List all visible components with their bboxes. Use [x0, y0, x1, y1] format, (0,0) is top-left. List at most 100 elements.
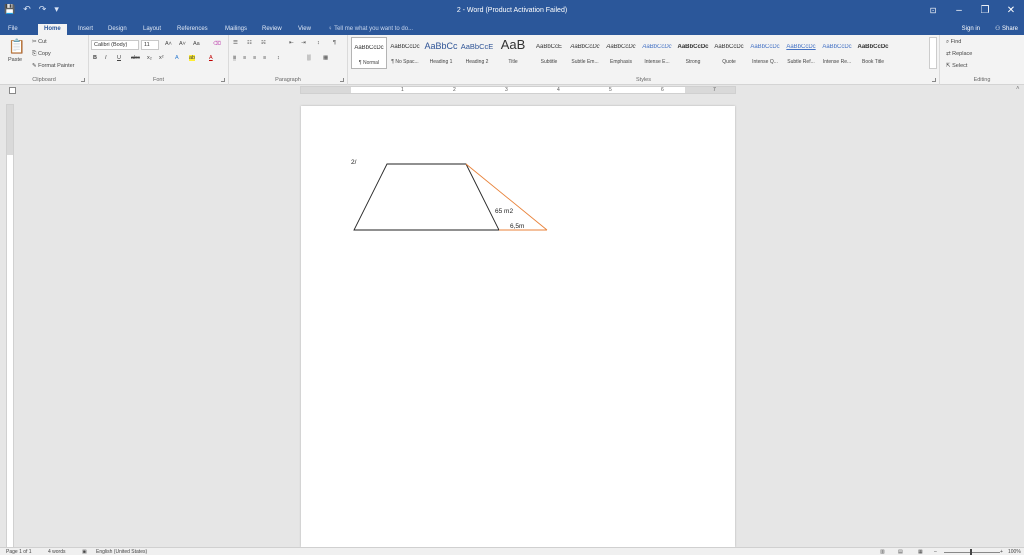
font-name-select[interactable]: Calibri (Body) [91, 40, 139, 50]
format-painter-button[interactable]: ✎ Format Painter [32, 63, 75, 69]
style-item[interactable]: AaBbCcDc Strong [675, 37, 711, 69]
style-item[interactable]: AaBbCcDc Book Title [855, 37, 891, 69]
style-item[interactable]: AaB Title [495, 37, 531, 69]
horizontal-ruler[interactable]: 1 2 3 4 5 6 7 [300, 86, 736, 94]
tab-review[interactable]: Review [262, 24, 282, 35]
vertical-scrollbar[interactable]: ˄ [1015, 86, 1024, 547]
strikethrough-button[interactable]: abc [131, 55, 140, 61]
style-item[interactable]: AaBbCcDc ¶ No Spac... [387, 37, 423, 69]
trapezoid-shape[interactable] [353, 163, 500, 231]
style-item[interactable]: AaBbCcDc Emphasis [603, 37, 639, 69]
tab-file[interactable]: File [8, 24, 18, 35]
italic-button[interactable]: I [105, 55, 107, 61]
justify-button[interactable]: ≡ [263, 55, 266, 61]
paragraph-group: ☰ ☷ ☵ ⇤ ⇥ ↕ ¶ ≡ ≡ ≡ ≡ ↕ ▒ ▦ Paragraph [229, 35, 348, 85]
ribbon-display-options-icon[interactable]: ⊡ [920, 0, 946, 22]
read-mode-icon[interactable]: ▥ [880, 549, 885, 555]
style-item[interactable]: AaBbCcDc Intense Q... [747, 37, 783, 69]
tell-me-search[interactable]: ♀ Tell me what you want to do... [328, 24, 413, 35]
font-size-select[interactable]: 11 [141, 40, 159, 50]
paste-icon[interactable]: 📋 [8, 39, 25, 53]
zoom-slider[interactable] [944, 552, 1000, 553]
subscript-button[interactable]: x₂ [147, 55, 152, 61]
styles-gallery: AaBbCcDc ¶ Normal AaBbCcDc ¶ No Spac... AaBb… [351, 37, 929, 69]
page-count[interactable]: Page 1 of 1 [6, 549, 32, 555]
align-right-button[interactable]: ≡ [253, 55, 256, 61]
tab-mailings[interactable]: Mailings [225, 24, 247, 35]
share-button[interactable]: ⚇ Share [995, 24, 1018, 35]
print-layout-icon[interactable]: ▤ [898, 549, 903, 555]
restore-button[interactable]: ❐ [972, 0, 998, 22]
decrease-indent-button[interactable]: ⇤ [289, 40, 294, 46]
cut-button[interactable]: ✂ Cut [32, 39, 47, 45]
diagonal-orange-line[interactable] [465, 163, 548, 231]
sort-button[interactable]: ↕ [317, 40, 320, 46]
style-item[interactable]: AaBbCcDc Subtle Em... [567, 37, 603, 69]
multilevel-list-button[interactable]: ☵ [261, 40, 266, 46]
style-sample: AaBbCcDc [714, 44, 744, 50]
line-spacing-button[interactable]: ↕ [277, 55, 280, 61]
tab-references[interactable]: References [177, 24, 208, 35]
center-button[interactable]: ≡ [243, 55, 246, 61]
bullets-button[interactable]: ☰ [233, 40, 238, 46]
sign-in-link[interactable]: Sign in [962, 24, 980, 35]
font-color-button[interactable]: A [209, 55, 213, 61]
borders-button[interactable]: ▦ [323, 55, 328, 61]
align-left-button[interactable]: ≡ [233, 55, 237, 61]
underline-button[interactable]: U [117, 55, 121, 61]
select-button[interactable]: ⇱ Select [946, 63, 967, 69]
bold-button[interactable]: B [93, 55, 97, 61]
tab-selector-icon[interactable] [9, 87, 16, 94]
tab-insert[interactable]: Insert [78, 24, 93, 35]
style-item[interactable]: AaBbCcDc ¶ Normal [351, 37, 387, 69]
ruler-number: 1 [401, 87, 404, 93]
language[interactable]: English (United States) [96, 549, 147, 555]
shading-button[interactable]: ▒ [307, 55, 311, 61]
style-item[interactable]: AaBbCcDc Quote [711, 37, 747, 69]
zoom-level[interactable]: 100% [1008, 549, 1021, 555]
style-item[interactable]: AaBbCcE Subtitle [531, 37, 567, 69]
styles-launcher-icon[interactable] [932, 78, 936, 82]
style-item[interactable]: AaBbCc Heading 1 [423, 37, 459, 69]
paragraph-launcher-icon[interactable] [340, 78, 344, 82]
replace-button[interactable]: ⇄ Replace [946, 51, 972, 57]
text-effects-button[interactable]: A [175, 55, 179, 61]
style-name: Subtle Ref... [787, 59, 815, 65]
shrink-font-button[interactable]: A˅ [179, 41, 186, 47]
zoom-slider-thumb[interactable] [970, 549, 972, 555]
change-case-button[interactable]: Aa [193, 41, 200, 47]
document-page[interactable]: 2/ 65 m2 6,5m [301, 106, 735, 547]
clear-format-icon[interactable]: ⌫ [213, 41, 221, 47]
vertical-ruler[interactable] [6, 104, 14, 554]
length-label: 6,5m [510, 223, 524, 230]
grow-font-button[interactable]: A˄ [165, 41, 172, 47]
minimize-button[interactable]: – [946, 0, 972, 22]
style-item[interactable]: AaBbCcE Heading 2 [459, 37, 495, 69]
tab-home[interactable]: Home [38, 24, 67, 35]
increase-indent-button[interactable]: ⇥ [301, 40, 306, 46]
close-button[interactable]: ✕ [998, 0, 1024, 22]
paste-label[interactable]: Paste [8, 57, 22, 63]
zoom-in-icon[interactable]: + [1000, 549, 1003, 555]
word-count[interactable]: 4 words [48, 549, 66, 555]
style-item[interactable]: AaBbCcDc Intense E... [639, 37, 675, 69]
tab-layout[interactable]: Layout [143, 24, 161, 35]
find-button[interactable]: ⌕ Find [946, 39, 961, 46]
zoom-out-icon[interactable]: – [934, 549, 937, 555]
scroll-up-icon[interactable]: ˄ [1016, 86, 1020, 92]
web-layout-icon[interactable]: ▦ [918, 549, 923, 555]
numbering-button[interactable]: ☷ [247, 40, 252, 46]
style-item[interactable]: AaBbCcDc Intense Re... [819, 37, 855, 69]
clipboard-launcher-icon[interactable] [81, 78, 85, 82]
style-name: Heading 2 [465, 59, 489, 65]
show-formatting-button[interactable]: ¶ [333, 40, 336, 46]
highlight-button[interactable]: ab [189, 55, 196, 61]
style-item[interactable]: AaBbCcDc Subtle Ref... [783, 37, 819, 69]
copy-button[interactable]: ⎘ Copy [32, 51, 51, 58]
tab-design[interactable]: Design [108, 24, 127, 35]
superscript-button[interactable]: x² [159, 55, 164, 61]
font-launcher-icon[interactable] [221, 78, 225, 82]
proofing-icon[interactable]: ▣ [82, 549, 87, 555]
styles-gallery-more-icon[interactable] [929, 37, 937, 69]
tab-view[interactable]: View [298, 24, 311, 35]
